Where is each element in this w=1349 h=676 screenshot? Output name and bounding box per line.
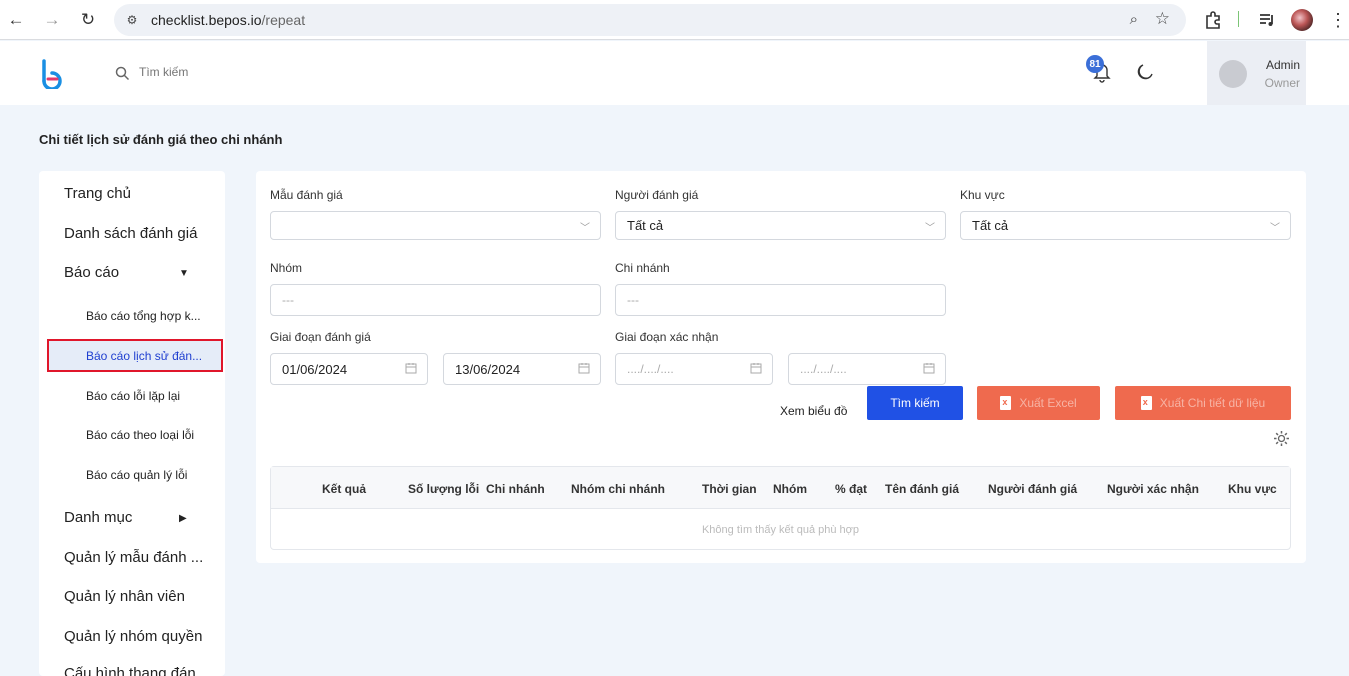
search-input[interactable]	[139, 65, 339, 79]
profile-avatar[interactable]	[1291, 9, 1313, 31]
sidebar-item-catalog[interactable]: Danh mục	[39, 509, 225, 526]
calendar-icon	[750, 363, 762, 374]
eval-period-label: Giai đoạn đánh giá	[270, 330, 371, 344]
sidebar-item-error-management-report[interactable]: Báo cáo quản lý lỗi	[39, 468, 225, 482]
col-time[interactable]: Thời gian	[702, 482, 757, 496]
back-arrow-icon[interactable]: ←	[4, 8, 28, 32]
evaluator-select[interactable]: Tất cả ﹀	[615, 211, 946, 240]
confirm-period-label: Giai đoạn xác nhận	[615, 330, 719, 344]
export-excel-button[interactable]: Xuất Excel	[977, 386, 1100, 420]
excel-file-icon	[1000, 396, 1012, 410]
gear-icon[interactable]	[1273, 430, 1290, 447]
address-bar[interactable]: ⚙ checklist.bepos.io/repeat ⌕ ☆	[114, 4, 1186, 36]
evaluator-value: Tất cả	[627, 218, 664, 233]
col-result[interactable]: Kết quả	[322, 482, 366, 496]
zoom-icon[interactable]: ⌕	[1130, 11, 1138, 28]
confirm-from-placeholder: ..../..../....	[627, 362, 674, 376]
sidebar-item-role-group-management[interactable]: Quản lý nhóm quyền	[39, 628, 225, 645]
user-menu[interactable]: Admin Owner	[1207, 41, 1306, 105]
col-evaluator[interactable]: Người đánh giá	[988, 482, 1077, 496]
eval-to-date[interactable]: 13/06/2024	[443, 353, 601, 385]
view-chart-link[interactable]: Xem biểu đồ	[780, 404, 847, 418]
bepos-logo	[42, 59, 62, 89]
url-text: checklist.bepos.io/repeat	[151, 12, 306, 28]
sidebar-item-history-report[interactable]: Báo cáo lịch sử đán...	[39, 349, 225, 363]
eval-from-date[interactable]: 01/06/2024	[270, 353, 428, 385]
user-name: Admin	[1265, 58, 1300, 72]
sidebar-item-home[interactable]: Trang chủ	[39, 185, 225, 202]
branch-placeholder: ---	[627, 293, 639, 307]
export-excel-label: Xuất Excel	[1019, 396, 1077, 410]
group-select[interactable]: ---	[270, 284, 601, 316]
export-detail-label: Xuất Chi tiết dữ liệu	[1159, 396, 1266, 410]
group-label: Nhóm	[270, 261, 303, 275]
chevron-down-icon: ﹀	[1270, 223, 1280, 234]
excel-file-icon	[1140, 396, 1152, 410]
chevron-down-icon: ﹀	[925, 223, 935, 234]
sidebar: Trang chủ Danh sách đánh giá Báo cáo ▼ B…	[39, 171, 225, 676]
empty-state-text: Không tìm thấy kết quả phù hợp	[701, 524, 860, 536]
area-value: Tất cả	[972, 218, 1009, 233]
sidebar-item-evaluation-list[interactable]: Danh sách đánh giá	[39, 225, 225, 242]
page-title: Chi tiết lịch sử đánh giá theo chi nhánh	[39, 132, 283, 147]
branch-label: Chi nhánh	[615, 261, 670, 275]
branch-select[interactable]: ---	[615, 284, 946, 316]
chevron-down-icon: ﹀	[580, 223, 590, 234]
caret-down-icon: ▼	[179, 268, 189, 279]
search-button[interactable]: Tìm kiếm	[867, 386, 963, 420]
toolbar-divider	[1238, 11, 1239, 27]
app-header: 81 Admin Owner	[0, 41, 1349, 105]
avatar	[1219, 60, 1247, 88]
table-header: Kết quả Số lượng lỗi Chi nhánh Nhóm chi …	[271, 467, 1290, 509]
menu-kebab-icon[interactable]: ⋮	[1326, 8, 1349, 32]
extensions-icon[interactable]	[1201, 8, 1225, 32]
forward-arrow-icon[interactable]: →	[40, 8, 64, 32]
export-detail-button[interactable]: Xuất Chi tiết dữ liệu	[1115, 386, 1291, 420]
sidebar-item-template-management[interactable]: Quản lý mẫu đánh ...	[39, 549, 225, 566]
col-confirmer[interactable]: Người xác nhận	[1107, 482, 1199, 496]
col-branch-group[interactable]: Nhóm chi nhánh	[571, 482, 665, 496]
confirm-to-placeholder: ..../..../....	[800, 362, 847, 376]
col-pass-rate[interactable]: % đạt	[835, 482, 867, 496]
user-role: Owner	[1264, 76, 1300, 90]
area-select[interactable]: Tất cả ﹀	[960, 211, 1291, 240]
search-icon	[115, 66, 130, 81]
template-select[interactable]: ﹀	[270, 211, 601, 240]
evaluator-label: Người đánh giá	[615, 188, 699, 202]
col-branch[interactable]: Chi nhánh	[486, 482, 545, 496]
media-queue-icon[interactable]	[1255, 8, 1279, 32]
group-placeholder: ---	[282, 293, 294, 307]
calendar-icon	[923, 363, 935, 374]
col-group[interactable]: Nhóm	[773, 482, 807, 496]
site-settings-icon[interactable]: ⚙	[124, 12, 140, 28]
calendar-icon	[405, 363, 417, 374]
moon-icon[interactable]	[1136, 63, 1154, 81]
notification-badge: 81	[1086, 55, 1104, 73]
confirm-to-date[interactable]: ..../..../....	[788, 353, 946, 385]
sidebar-item-scale-config[interactable]: Cấu hình thang đán	[39, 665, 225, 676]
template-label: Mẫu đánh giá	[270, 188, 343, 202]
col-evaluation-name[interactable]: Tên đánh giá	[885, 482, 959, 496]
area-label: Khu vực	[960, 188, 1005, 202]
sidebar-item-repeat-error-report[interactable]: Báo cáo lỗi lặp lại	[39, 389, 225, 403]
browser-toolbar: ← → ↻ ⚙ checklist.bepos.io/repeat ⌕ ☆ ⋮	[0, 0, 1349, 40]
reload-icon[interactable]: ↻	[76, 8, 100, 32]
col-area[interactable]: Khu vực	[1228, 482, 1277, 496]
calendar-icon	[578, 363, 590, 374]
results-table: Kết quả Số lượng lỗi Chi nhánh Nhóm chi …	[270, 466, 1291, 550]
sidebar-item-staff-management[interactable]: Quản lý nhân viên	[39, 588, 225, 605]
sidebar-item-error-type-report[interactable]: Báo cáo theo loại lỗi	[39, 428, 225, 442]
caret-right-icon: ▶	[179, 513, 187, 524]
eval-from-value: 01/06/2024	[282, 361, 348, 377]
col-error-count[interactable]: Số lượng lỗi	[408, 482, 479, 496]
bookmark-star-icon[interactable]: ☆	[1155, 9, 1170, 29]
confirm-from-date[interactable]: ..../..../....	[615, 353, 773, 385]
sidebar-item-reports[interactable]: Báo cáo	[39, 264, 225, 281]
sidebar-item-summary-report[interactable]: Báo cáo tổng hợp k...	[39, 309, 225, 323]
eval-to-value: 13/06/2024	[455, 361, 521, 377]
